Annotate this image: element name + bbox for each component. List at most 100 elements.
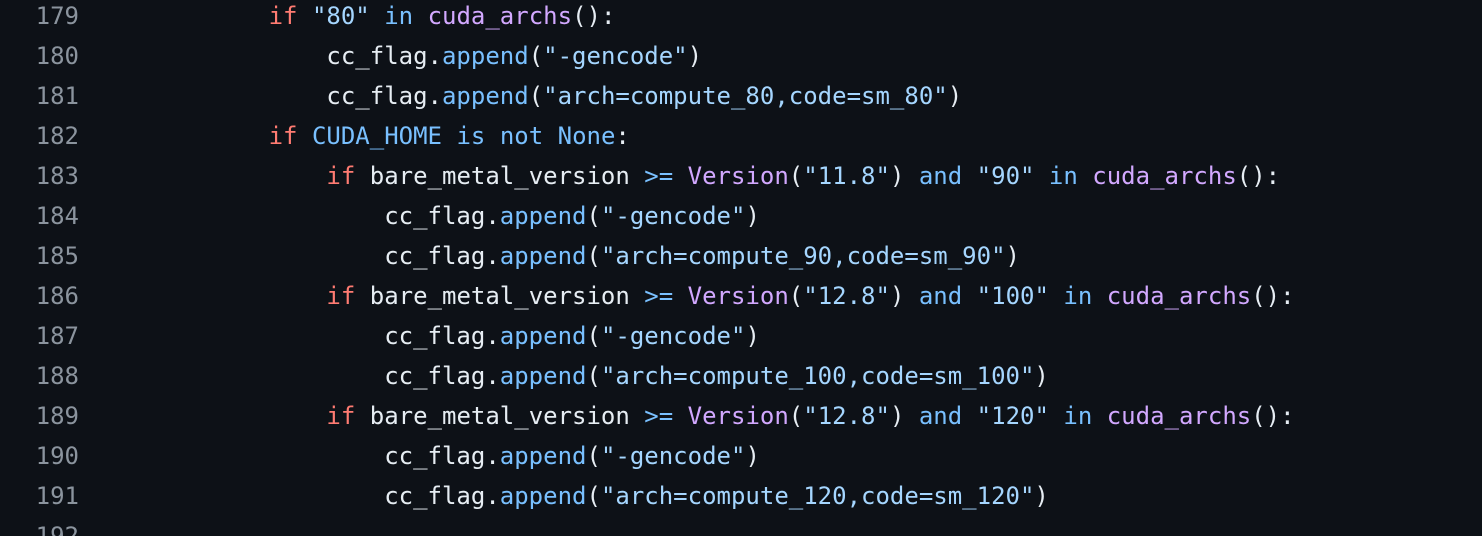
code-token: None xyxy=(557,122,616,150)
code-text: cc_flag.append("-gencode") xyxy=(153,436,760,476)
code-token: ( xyxy=(528,42,544,70)
code-text: if bare_metal_version >= Version("12.8")… xyxy=(153,276,1294,316)
code-token: ) xyxy=(1034,482,1049,510)
line-number[interactable]: 190 xyxy=(0,436,79,476)
code-token: ( xyxy=(586,442,601,470)
code-text: cc_flag.append("arch=compute_90,code=sm_… xyxy=(153,236,1020,276)
code-token: ( xyxy=(586,482,601,510)
line-number[interactable]: 183 xyxy=(0,156,79,196)
code-token: ( xyxy=(586,322,601,350)
code-token: >= xyxy=(644,282,674,310)
code-line: 187 cc_flag.append("-gencode") xyxy=(0,316,1482,356)
code-token: ( xyxy=(528,82,544,110)
code-token: cc_flag. xyxy=(384,442,500,470)
line-number[interactable]: 180 xyxy=(0,36,79,76)
code-token: "90" xyxy=(976,162,1035,190)
code-token: cuda_archs xyxy=(427,2,573,30)
code-token: and xyxy=(918,162,963,190)
code-token: ) xyxy=(889,402,919,430)
line-number[interactable]: 185 xyxy=(0,236,79,276)
code-token: (): xyxy=(572,2,616,30)
code-token: (): xyxy=(1236,162,1281,190)
code-token: "80" xyxy=(311,2,370,30)
code-line: 185 cc_flag.append("arch=compute_90,code… xyxy=(0,236,1482,276)
code-token: "11.8" xyxy=(803,162,890,190)
code-token: "-gencode" xyxy=(600,442,746,470)
code-token: append xyxy=(441,82,529,110)
code-token: "arch=compute_100,code=sm_100" xyxy=(600,362,1035,390)
line-number[interactable]: 192 xyxy=(0,516,79,536)
line-number[interactable]: 186 xyxy=(0,276,79,316)
code-line: 192 xyxy=(0,516,1482,536)
code-text: cc_flag.append("arch=compute_100,code=sm… xyxy=(153,356,1049,396)
code-text: cc_flag.append("-gencode") xyxy=(153,316,760,356)
line-number[interactable]: 182 xyxy=(0,116,79,156)
code-token: "arch=compute_120,code=sm_120" xyxy=(600,482,1035,510)
code-token: cc_flag. xyxy=(384,242,500,270)
line-number[interactable]: 191 xyxy=(0,476,79,516)
code-token: "120" xyxy=(976,402,1049,430)
code-token: ) xyxy=(947,82,963,110)
line-number[interactable]: 179 xyxy=(0,0,79,36)
line-number[interactable]: 188 xyxy=(0,356,79,396)
code-token: : xyxy=(615,122,630,150)
code-token: ) xyxy=(1005,242,1020,270)
code-token: >= xyxy=(644,162,674,190)
code-token: bare_metal_version xyxy=(355,402,645,430)
code-token: append xyxy=(499,362,587,390)
code-token: Version xyxy=(687,402,789,430)
code-line: 190 cc_flag.append("-gencode") xyxy=(0,436,1482,476)
code-token: in xyxy=(1048,162,1078,190)
code-token: ) xyxy=(687,42,703,70)
code-line: 188 cc_flag.append("arch=compute_100,cod… xyxy=(0,356,1482,396)
code-token: if xyxy=(268,122,298,150)
code-token: in xyxy=(1063,282,1093,310)
code-token: cc_flag. xyxy=(326,82,442,110)
line-number[interactable]: 189 xyxy=(0,396,79,436)
code-token: "-gencode" xyxy=(543,42,688,70)
code-text: cc_flag.append("-gencode") xyxy=(153,36,702,76)
code-token: cc_flag. xyxy=(384,202,500,230)
line-number[interactable]: 181 xyxy=(0,76,79,116)
code-token: >= xyxy=(644,402,674,430)
code-token: in xyxy=(384,2,414,30)
code-token: ( xyxy=(788,162,804,190)
code-token: ) xyxy=(1034,362,1049,390)
code-token: ) xyxy=(745,202,760,230)
code-line: 179 if "80" in cuda_archs(): xyxy=(0,0,1482,36)
code-token: "100" xyxy=(976,282,1049,310)
code-token: append xyxy=(499,482,587,510)
line-number[interactable]: 184 xyxy=(0,196,79,236)
code-token: cc_flag. xyxy=(384,322,500,350)
code-token: not xyxy=(499,122,544,150)
code-token: "-gencode" xyxy=(600,322,746,350)
code-token: append xyxy=(441,42,529,70)
line-number[interactable]: 187 xyxy=(0,316,79,356)
code-token: if xyxy=(326,162,356,190)
code-token: Version xyxy=(687,282,789,310)
code-token: Version xyxy=(687,162,789,190)
code-token: cuda_archs xyxy=(1106,402,1252,430)
